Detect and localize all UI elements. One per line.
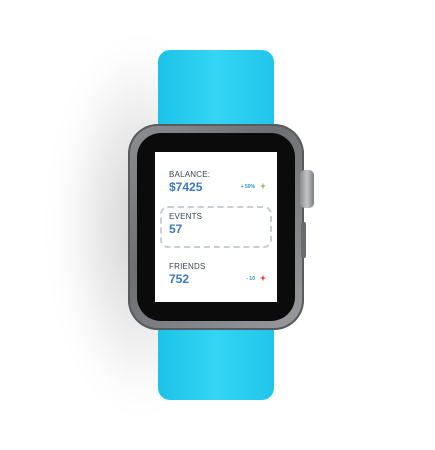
- events-label: EVENTS: [169, 212, 203, 221]
- friends-stat[interactable]: FRIENDS 752 - 10: [161, 258, 271, 294]
- product-mockup: BALANCE: $7425 + 50% EVENTS 57 FRIENDS 7…: [0, 0, 435, 450]
- watch-band-bottom: [158, 318, 274, 400]
- friends-value: 752: [169, 272, 190, 286]
- balance-value: $7425: [169, 180, 203, 194]
- watch-screen: BALANCE: $7425 + 50% EVENTS 57 FRIENDS 7…: [155, 152, 277, 302]
- balance-delta: + 50%: [240, 184, 255, 190]
- side-button[interactable]: [301, 222, 306, 258]
- friends-label: FRIENDS: [169, 262, 206, 271]
- friends-delta: - 10: [246, 276, 255, 282]
- plus-icon: [259, 274, 267, 282]
- events-stat[interactable]: EVENTS 57: [160, 206, 272, 248]
- balance-label: BALANCE:: [169, 170, 211, 179]
- plus-icon: [259, 182, 267, 190]
- balance-stat[interactable]: BALANCE: $7425 + 50%: [161, 166, 271, 202]
- events-value: 57: [169, 222, 183, 236]
- digital-crown[interactable]: [300, 170, 314, 208]
